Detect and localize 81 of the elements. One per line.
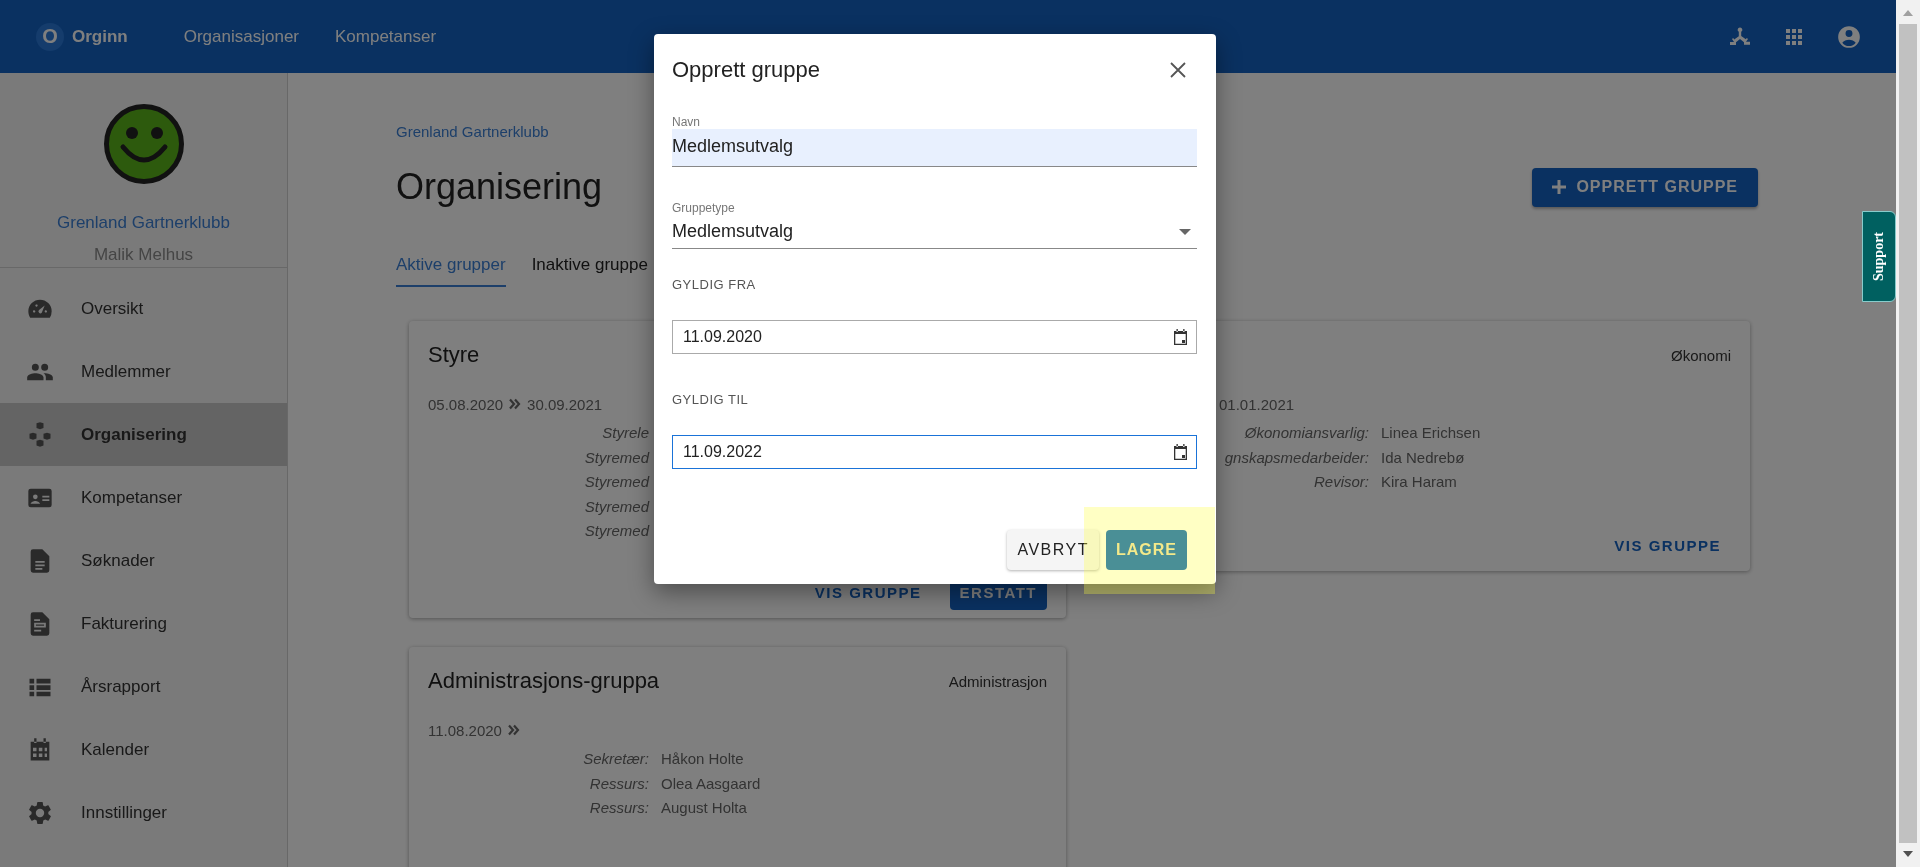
nav-link[interactable]: Organisasjoner [183,26,299,47]
member-name: Linea Erichsen [1381,424,1482,441]
card-title: Administrasjons-gruppa [428,668,660,694]
selected-value: Medlemsutvalg [672,221,794,242]
calendar-icon [1173,329,1188,345]
sidebar-item[interactable]: Oversikt [0,277,287,340]
nav-link[interactable]: Kompetanser [335,26,437,47]
tab[interactable]: Inaktive gruppe [531,247,648,287]
double-chevron-icon [509,398,522,410]
account-icon[interactable] [1836,23,1862,50]
sidebar-item[interactable]: Fakturering [0,592,287,655]
dialog-title: Opprett gruppe [672,57,820,83]
start-date: 11.08.2020 [428,721,502,739]
scroll-up-icon[interactable] [1903,10,1913,16]
name-field[interactable]: Navn Medlemsutvalg [672,115,1197,167]
view-group-button[interactable]: VIS GRUPPE [1604,527,1731,563]
sidebar-item[interactable]: Medlemmer [0,340,287,403]
sidebar-item[interactable]: Årsrapport [0,655,287,718]
field-value: Medlemsutvalg [672,129,1197,166]
sidebar-label: Innstillinger [81,802,167,823]
end-date: 01.01.2021 [1219,395,1295,413]
logo-badge[interactable]: O [36,22,64,51]
role-label: Revisor: [1314,473,1369,490]
view-group-button[interactable]: VIS GRUPPE [804,574,932,610]
member-name: Olea Aasgaard [661,774,762,792]
role-label: Styremed [584,522,649,539]
sidebar-label: Årsrapport [81,676,161,697]
close-icon[interactable] [1170,62,1186,78]
sidebar-label: Fakturering [81,613,167,634]
date-input[interactable]: 11.09.2020 [672,320,1197,354]
sidebar-label: Kompetanser [81,487,183,508]
start-date: 05.08.2020 [428,395,504,413]
sidebar-label: Organisering [81,424,187,445]
breadcrumb-link[interactable]: Grenland Gartnerklubb [396,123,549,140]
save-button[interactable]: LAGRE [1106,530,1187,570]
scrollbar[interactable] [1896,0,1920,867]
sidebar-item[interactable]: Kalender [0,718,287,781]
create-group-button[interactable]: OPPRETT GRUPPE [1532,167,1758,207]
sidebar-item[interactable]: Innstillinger [0,781,287,844]
role-label: Ressurs: [589,774,649,792]
plus-icon [1552,180,1567,194]
scrollbar-thumb[interactable] [1899,24,1917,843]
member-name: Ida Nedrebø [1381,448,1466,466]
group-category: Økonomi [1670,346,1731,364]
role-label: Sekretær: [583,750,649,767]
tab[interactable]: Aktive grupper [396,247,506,287]
cancel-button[interactable]: AVBRYT [1007,530,1099,570]
calendar-icon [1173,444,1188,460]
member-name: Håkon Holte [661,750,745,767]
sidebar-item[interactable]: Søknader [0,529,287,592]
end-date: 30.09.2021 [527,395,603,413]
scroll-down-icon[interactable] [1903,851,1913,857]
brand-name[interactable]: Orginn [72,26,128,47]
field-label: GYLDIG TIL [672,392,750,407]
organization-name[interactable]: Grenland Gartnerklubb [57,213,230,233]
sidebar-item[interactable]: Organisering [0,403,287,466]
sidebar-label: Oversikt [81,298,144,319]
sidebar-item[interactable]: Kompetanser [0,466,287,529]
double-chevron-icon [507,724,520,736]
field-label: GYLDIG FRA [672,277,757,292]
field-label: Gruppetype [672,201,736,215]
role-label: Styremed [584,497,649,515]
member-name: Kira Haram [1381,473,1458,490]
sidebar-label: Kalender [81,739,150,760]
role-label: Styremed [584,473,649,490]
role-label: Styrele [602,424,649,441]
role-label: Økonomiansvarlig: [1244,424,1369,441]
group-category: Administrasjon [948,672,1047,690]
member-name: August Holta [661,799,748,816]
field-label: Navn [672,115,701,129]
role-label: Ressurs: [589,799,649,816]
group-type-select[interactable]: Gruppetype Medlemsutvalg [672,201,1197,249]
sidebar-label: Søknader [81,550,155,571]
dropdown-caret-icon [1179,228,1191,235]
date-input[interactable]: 11.09.2022 [672,435,1197,469]
role-label: gnskapsmedarbeider: [1224,448,1369,466]
role-label: Styremed [584,448,649,466]
sidebar-label: Medlemmer [81,361,171,382]
support-tab[interactable]: Support [1862,211,1896,302]
page-title: Organisering [396,166,603,208]
card-title: Styre [428,342,480,368]
